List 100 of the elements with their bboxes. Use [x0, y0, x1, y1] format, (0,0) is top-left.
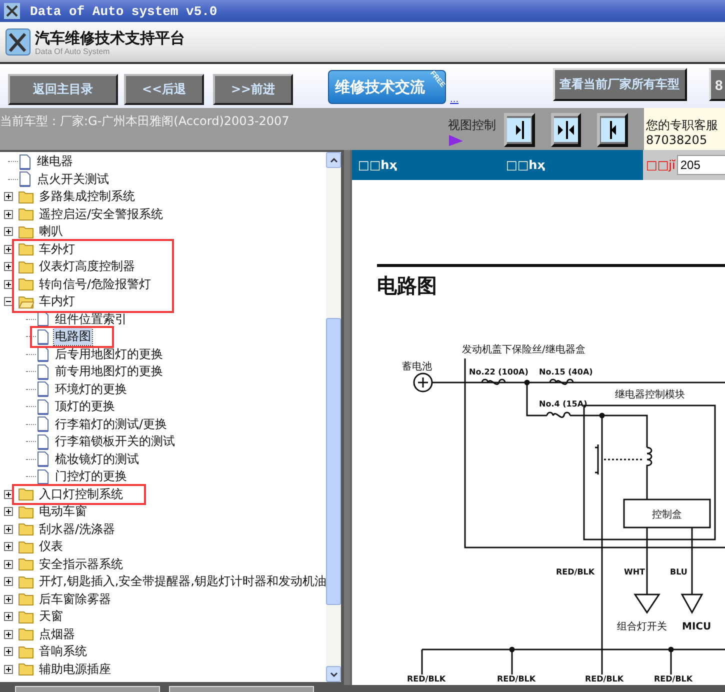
diagram-label: WHT: [624, 568, 645, 576]
diagram-label: 继电器控制模块: [615, 390, 685, 400]
diagram-label: MICU: [682, 622, 712, 632]
tree-item[interactable]: 点烟器: [38, 626, 76, 643]
tree-item[interactable]: 电路图: [54, 328, 92, 346]
nav-button[interactable]: >>前进: [213, 74, 293, 105]
tree-item[interactable]: 入口灯控制系统: [38, 486, 124, 503]
expand-icon[interactable]: [4, 507, 13, 516]
expand-icon[interactable]: [4, 664, 13, 674]
tree-item[interactable]: 组件位置索引: [54, 310, 128, 328]
diagram-label: RED/BLK: [556, 568, 595, 576]
tree-item[interactable]: 天窗: [38, 608, 64, 626]
collapse-icon[interactable]: [4, 297, 13, 306]
open-folder-icon: [18, 294, 34, 309]
diagram-label: No.22 (100A): [469, 368, 528, 376]
nav-button[interactable]: 返回主目录: [8, 74, 118, 105]
tree-item[interactable]: 安全指示器系统: [38, 556, 124, 573]
document-icon: [36, 328, 50, 345]
folder-icon: [18, 190, 34, 204]
tree-item[interactable]: 前专用地图灯的更换: [54, 363, 164, 380]
expand-icon[interactable]: [4, 594, 13, 604]
folder-icon: [18, 574, 34, 589]
scroll-thumb[interactable]: [326, 318, 341, 605]
expand-icon[interactable]: [4, 262, 13, 272]
all-models-button[interactable]: 查看当前厂家所有车型: [552, 68, 687, 101]
tree-item[interactable]: 后车窗除雾器: [38, 590, 112, 608]
expand-icon[interactable]: [4, 560, 13, 569]
arrows-inward-icon: [554, 118, 578, 142]
toolbar-button[interactable]: 8: [709, 68, 725, 101]
service-phone: 87038205: [646, 133, 708, 148]
folder-icon: [18, 207, 34, 222]
view-button[interactable]: [597, 113, 628, 147]
more-link[interactable]: ...: [450, 95, 459, 105]
tree-item[interactable]: 电动车窗: [38, 503, 88, 520]
document-icon: [36, 398, 50, 415]
app-subtitle: Data Of Auto System: [35, 46, 111, 56]
expand-icon[interactable]: [4, 524, 13, 534]
expand-icon[interactable]: [4, 630, 13, 639]
expand-icon[interactable]: [4, 647, 13, 656]
view-button[interactable]: [550, 113, 582, 147]
expand-icon[interactable]: [4, 227, 13, 236]
folder-icon: [18, 662, 34, 676]
scroll-down-icon[interactable]: [326, 666, 341, 682]
tree-item[interactable]: 车内灯: [38, 293, 76, 310]
diagram-label: BLU: [670, 568, 688, 576]
folder-icon: [18, 224, 34, 239]
folder-icon: [18, 260, 34, 274]
expand-icon[interactable]: [4, 542, 13, 552]
page-field[interactable]: 205: [677, 155, 725, 175]
diagram-label: RED/BLK: [407, 674, 446, 684]
view-control-label: 视图控制: [448, 117, 496, 134]
document-icon: [36, 416, 50, 432]
diagram-label: No.4 (15A): [539, 400, 588, 408]
tree-item[interactable]: 仪表灯高度控制器: [38, 258, 136, 276]
tree-item[interactable]: 遥控启运/安全警报系统: [38, 206, 164, 223]
tree-item[interactable]: 喇叭: [38, 223, 64, 240]
folder-icon: [18, 540, 34, 554]
tree-item[interactable]: 转向信号/危险报警灯: [38, 276, 152, 293]
tree-item[interactable]: 辅助电源插座: [38, 660, 112, 678]
tree-item[interactable]: 车外灯: [38, 240, 76, 258]
document-icon: [36, 468, 50, 485]
expand-icon[interactable]: [4, 280, 13, 289]
arrow-left-bar-icon: [600, 118, 625, 142]
expand-icon[interactable]: [4, 192, 13, 202]
viewer-header-text: □□hҳ: [358, 158, 398, 172]
expand-icon[interactable]: [4, 244, 13, 254]
folder-icon: [18, 610, 34, 624]
expand-icon[interactable]: [4, 490, 13, 499]
view-button[interactable]: [504, 113, 535, 147]
tree-item[interactable]: 梳妆镜灯的测试: [54, 450, 140, 468]
scroll-up-icon[interactable]: [326, 152, 341, 168]
tree-item[interactable]: 顶灯的更换: [54, 398, 116, 416]
diagram-label: RED/BLK: [585, 674, 624, 684]
tree-item[interactable]: 后专用地图灯的更换: [54, 346, 164, 363]
diagram-label: 发动机盖下保险丝/继电器盒: [462, 344, 586, 356]
document-icon: [36, 311, 50, 328]
tree-item[interactable]: 环境灯的更换: [54, 380, 128, 398]
document-icon: [36, 381, 50, 398]
tree-item[interactable]: 点火开关测试: [36, 170, 110, 188]
tree-item[interactable]: 多路集成控制系统: [38, 188, 136, 206]
tree-item[interactable]: 开灯,钥匙插入,安全带提醒器,钥匙灯计时器和发动机油: [38, 573, 326, 590]
tree-item[interactable]: 门控灯的更换: [54, 468, 128, 486]
folder-icon: [18, 557, 34, 572]
viewer-header-text: □□hҳ: [506, 158, 546, 172]
document-icon: [36, 346, 50, 362]
tree-item[interactable]: 行李箱灯的测试/更换: [54, 416, 168, 433]
expand-icon[interactable]: [4, 210, 13, 219]
tree-item[interactable]: 行李箱锁板开关的测试: [54, 433, 176, 450]
folder-icon: [18, 504, 34, 519]
tree-item[interactable]: 音响系统: [38, 643, 88, 660]
expand-icon[interactable]: [4, 612, 13, 622]
tree-item[interactable]: 继电器: [36, 153, 74, 170]
nav-button[interactable]: <<后退: [124, 74, 204, 105]
tree-item[interactable]: 刮水器/洗涤器: [38, 520, 116, 538]
folder-icon: [18, 487, 34, 502]
diagram-label: 组合灯开关: [617, 622, 667, 632]
tree-item[interactable]: 仪表: [38, 538, 64, 556]
folder-icon: [18, 627, 34, 642]
expand-icon[interactable]: [4, 577, 13, 586]
folder-icon: [18, 522, 34, 536]
